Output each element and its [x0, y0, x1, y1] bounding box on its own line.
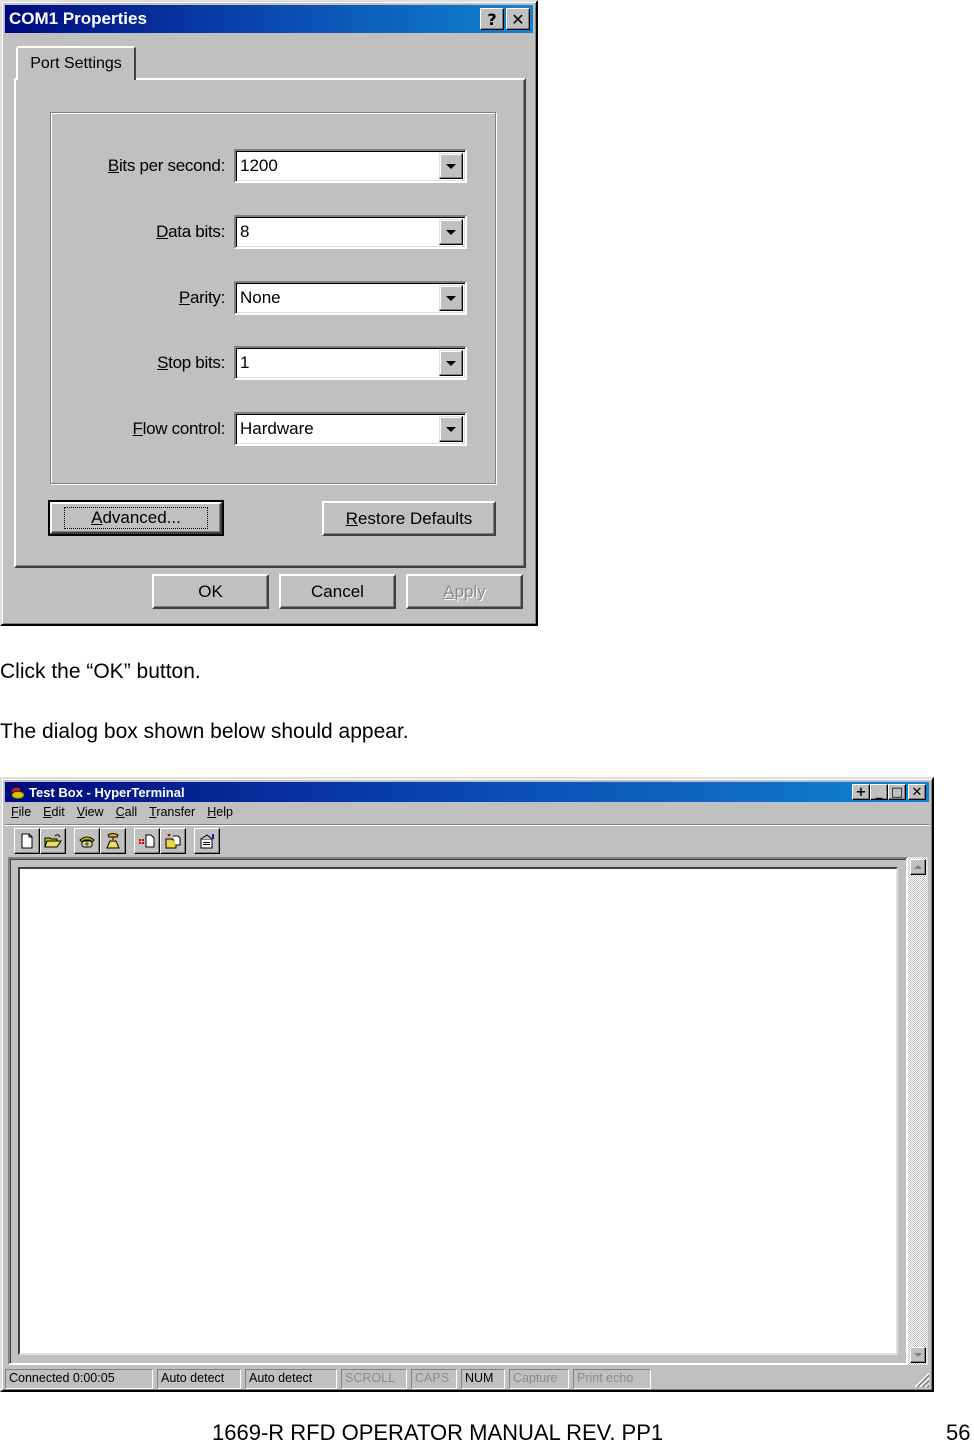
- hyperterminal-app-icon: [9, 785, 25, 799]
- minimize-button[interactable]: _: [870, 784, 888, 800]
- page-number: 56: [946, 1420, 971, 1445]
- terminal-frame: [8, 857, 908, 1365]
- status-print-echo: Print echo: [573, 1369, 651, 1389]
- send-file-icon: [139, 834, 155, 848]
- pin-button[interactable]: +: [852, 784, 870, 800]
- menu-call[interactable]: Call: [110, 803, 144, 823]
- stop-bits-select[interactable]: 1: [234, 346, 467, 380]
- status-caps-lock: CAPS: [411, 1369, 457, 1389]
- menu-view[interactable]: View: [71, 803, 110, 823]
- window-title-bar: Test Box - HyperTerminal + _ □ ✕: [5, 782, 929, 802]
- stop-bits-label: Stop bits:: [157, 353, 225, 372]
- arrow-up-icon: [914, 865, 922, 869]
- status-port-settings: Auto detect: [245, 1369, 337, 1389]
- dropdown-button[interactable]: [439, 153, 463, 179]
- scroll-down-button[interactable]: [910, 1347, 926, 1363]
- minimize-icon: _: [875, 784, 883, 800]
- menu-file[interactable]: File: [5, 803, 37, 823]
- instruction-dialog-appears: The dialog box shown below should appear…: [0, 720, 409, 743]
- chevron-down-icon: [446, 360, 456, 366]
- port-settings-group: Bits per second: 1200 Data bits: 8 Parit…: [50, 112, 496, 484]
- vertical-scrollbar[interactable]: [908, 857, 928, 1365]
- properties-button[interactable]: [194, 828, 220, 854]
- menu-transfer[interactable]: Transfer: [143, 803, 201, 823]
- connect-button[interactable]: [74, 828, 100, 854]
- data-bits-select[interactable]: 8: [234, 215, 467, 249]
- chevron-down-icon: [446, 426, 456, 432]
- parity-label: Parity:: [178, 288, 225, 307]
- com1-properties-dialog: COM1 Properties ? ✕ Port Settings Bits p…: [0, 0, 538, 626]
- maximize-icon: □: [890, 784, 904, 800]
- close-icon: ✕: [511, 9, 525, 29]
- chevron-down-icon: [446, 229, 456, 235]
- toolbar: [14, 828, 220, 854]
- menu-separator: [5, 824, 929, 826]
- arrow-down-icon: [914, 1353, 922, 1357]
- menu-bar: File Edit View Call Transfer Help: [5, 803, 239, 823]
- tab-port-settings[interactable]: Port Settings: [16, 46, 136, 80]
- parity-select[interactable]: None: [234, 281, 467, 315]
- status-capture: Capture: [509, 1369, 569, 1389]
- new-icon: [21, 833, 33, 849]
- dropdown-button[interactable]: [439, 350, 463, 376]
- parity-row: Parity: None: [51, 281, 497, 315]
- status-connection-time: Connected 0:00:05: [5, 1369, 153, 1389]
- status-scroll-lock: SCROLL: [341, 1369, 407, 1389]
- scroll-up-button[interactable]: [910, 859, 926, 875]
- ok-button[interactable]: OK: [152, 574, 269, 609]
- data-bits-label: Data bits:: [156, 222, 225, 241]
- disconnect-button[interactable]: [100, 828, 126, 854]
- dropdown-button[interactable]: [439, 416, 463, 442]
- manual-title-footer: 1669-R RFD OPERATOR MANUAL REV. PP1: [212, 1420, 664, 1445]
- window-title: Test Box - HyperTerminal: [29, 784, 185, 800]
- receive-button[interactable]: [160, 828, 186, 854]
- resize-grip-icon[interactable]: [915, 1373, 929, 1387]
- close-button[interactable]: ✕: [506, 8, 530, 30]
- new-button[interactable]: [14, 828, 40, 854]
- phone-connect-icon: [79, 836, 95, 848]
- stop-bits-row: Stop bits: 1: [51, 346, 497, 380]
- properties-icon: [200, 834, 214, 849]
- flow-control-label: Flow control:: [132, 419, 226, 438]
- advanced-button[interactable]: Advanced...: [48, 500, 224, 536]
- dialog-title-bar: COM1 Properties ? ✕: [5, 5, 533, 33]
- status-num-lock: NUM: [461, 1369, 505, 1389]
- dropdown-button[interactable]: [439, 285, 463, 311]
- receive-file-icon: [165, 834, 181, 849]
- chevron-down-icon: [446, 163, 456, 169]
- bits-per-second-row: Bits per second: 1200: [51, 149, 497, 183]
- send-button[interactable]: [134, 828, 160, 854]
- dropdown-button[interactable]: [439, 219, 463, 245]
- maximize-button[interactable]: □: [888, 784, 906, 800]
- phone-disconnect-icon: [106, 833, 120, 849]
- status-bar: Connected 0:00:05 Auto detect Auto detec…: [5, 1369, 651, 1389]
- help-button[interactable]: ?: [480, 8, 504, 30]
- flow-control-select[interactable]: Hardware: [234, 412, 467, 446]
- open-icon: [44, 834, 62, 848]
- plus-icon: +: [855, 784, 867, 800]
- bits-per-second-select[interactable]: 1200: [234, 149, 467, 183]
- terminal-screen[interactable]: [18, 867, 898, 1355]
- instruction-click-ok: Click the “OK” button.: [0, 660, 201, 683]
- flow-control-row: Flow control: Hardware: [51, 412, 497, 446]
- dialog-title: COM1 Properties: [9, 9, 147, 28]
- status-emulation: Auto detect: [157, 1369, 241, 1389]
- chevron-down-icon: [446, 295, 456, 301]
- restore-defaults-button[interactable]: Restore Defaults: [322, 501, 496, 536]
- hyperterminal-window: Test Box - HyperTerminal + _ □ ✕ File Ed…: [0, 777, 934, 1392]
- close-icon: ✕: [911, 784, 923, 800]
- menu-help[interactable]: Help: [201, 803, 239, 823]
- open-button[interactable]: [40, 828, 66, 854]
- port-settings-panel: Bits per second: 1200 Data bits: 8 Parit…: [14, 78, 526, 568]
- bits-per-second-label: Bits per second:: [107, 156, 225, 175]
- apply-button[interactable]: Apply: [406, 574, 523, 609]
- cancel-button[interactable]: Cancel: [279, 574, 396, 609]
- close-button[interactable]: ✕: [908, 784, 926, 800]
- data-bits-row: Data bits: 8: [51, 215, 497, 249]
- menu-edit[interactable]: Edit: [37, 803, 71, 823]
